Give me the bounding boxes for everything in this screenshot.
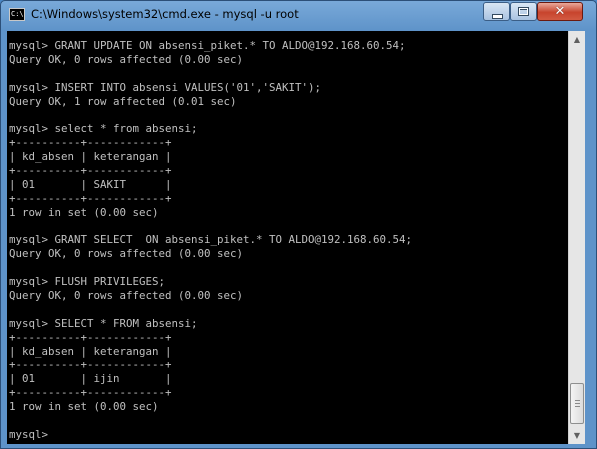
- console-line: | 01 | SAKIT |: [9, 177, 172, 191]
- console-text: mysql> GRANT UPDATE ON absensi_piket.* T…: [9, 39, 412, 442]
- grip-line: [575, 403, 580, 404]
- console-line: +----------+------------+: [9, 164, 172, 178]
- window-title: C:\Windows\system32\cmd.exe - mysql -u r…: [31, 7, 299, 21]
- console-line: | 01 | ijin |: [9, 372, 172, 386]
- console-line: Query OK, 0 rows affected (0.00 sec): [9, 52, 244, 66]
- console-line: +----------+------------+: [9, 191, 172, 205]
- console-line: +----------+------------+: [9, 330, 172, 344]
- console-line: | kd_absen | keterangan |: [9, 150, 172, 164]
- console-line: Query OK, 0 rows affected (0.00 sec): [9, 289, 244, 303]
- console-line: +----------+------------+: [9, 358, 172, 372]
- minimize-icon: [492, 14, 503, 19]
- cmd-window: C:\ C:\Windows\system32\cmd.exe - mysql …: [0, 0, 597, 449]
- console-line: Query OK, 0 rows affected (0.00 sec): [9, 247, 244, 261]
- console-line: 1 row in set (0.00 sec): [9, 400, 159, 414]
- console-line: mysql> GRANT UPDATE ON absensi_piket.* T…: [9, 39, 406, 52]
- close-button[interactable]: ✕: [537, 2, 583, 21]
- close-icon: ✕: [554, 4, 566, 19]
- title-bar[interactable]: C:\ C:\Windows\system32\cmd.exe - mysql …: [1, 1, 596, 31]
- console-line: Query OK, 1 row affected (0.01 sec): [9, 94, 237, 108]
- console-line: +----------+------------+: [9, 136, 172, 150]
- console-line: mysql> select * from absensi;: [9, 122, 198, 136]
- console-line: mysql> FLUSH PRIVILEGES;: [9, 275, 166, 289]
- console-line: | kd_absen | keterangan |: [9, 344, 172, 358]
- grip-line: [575, 400, 580, 401]
- scroll-down-arrow-icon[interactable]: ▼: [569, 427, 585, 444]
- console-line: +----------+------------+: [9, 386, 172, 400]
- maximize-button[interactable]: [510, 2, 537, 21]
- console-line: mysql> INSERT INTO absensi VALUES('01','…: [9, 80, 322, 94]
- scroll-up-arrow-icon[interactable]: ▲: [569, 31, 585, 48]
- console-line: mysql> SELECT * FROM absensi;: [9, 316, 198, 330]
- vertical-scrollbar[interactable]: ▲ ▼: [568, 31, 585, 444]
- minimize-button[interactable]: [483, 2, 510, 21]
- console-line: mysql> GRANT SELECT ON absensi_piket.* T…: [9, 233, 413, 247]
- console-line: 1 row in set (0.00 sec): [9, 205, 159, 219]
- console-line: mysql>: [9, 427, 49, 441]
- cmd-app-icon[interactable]: C:\: [9, 8, 25, 21]
- console-output[interactable]: mysql> GRANT UPDATE ON absensi_piket.* T…: [7, 31, 568, 444]
- maximize-icon: [518, 7, 529, 16]
- grip-line: [575, 406, 580, 407]
- scrollbar-thumb[interactable]: [570, 383, 584, 424]
